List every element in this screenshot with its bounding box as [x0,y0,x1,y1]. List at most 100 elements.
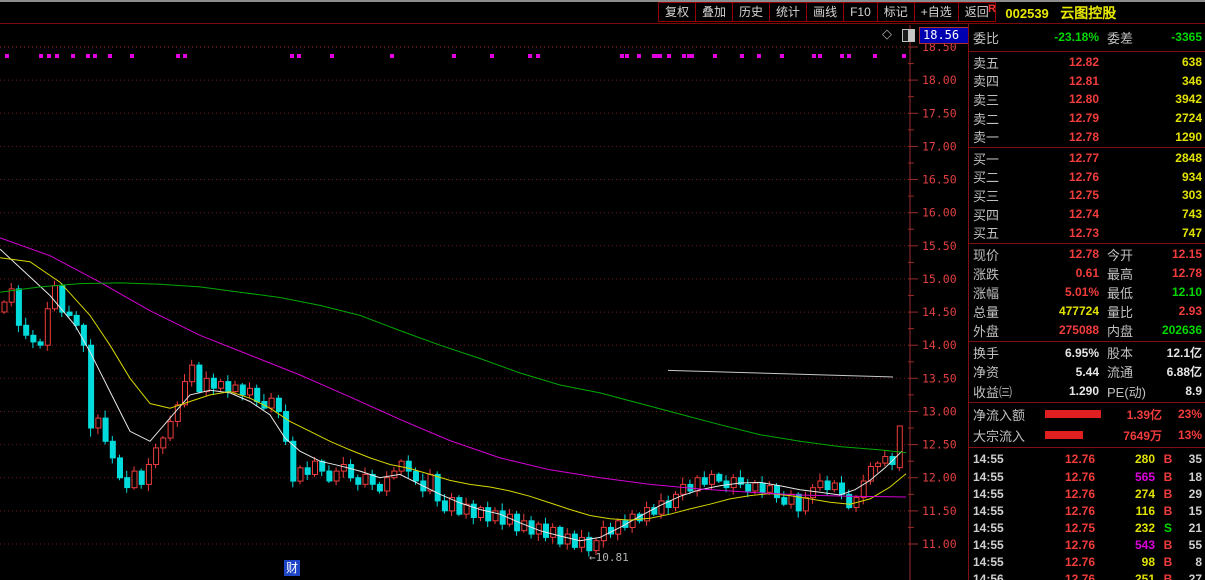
candle-body [45,309,50,345]
buy-level-label: 买五 [973,223,1023,242]
candle-body [211,378,216,388]
trade-tick-row[interactable]: 14:5512.75232S21 [973,519,1205,536]
signal-dot [873,54,877,58]
candle-body [74,315,79,325]
stats-button[interactable]: 统计 [769,2,807,22]
candle-body [775,486,780,498]
signal-dot [667,54,671,58]
fundamental-value: 5.44 [1023,365,1099,379]
candle-body [118,458,123,478]
stock-terminal: { "palette":{"red":"#f23c3c","yellow":"#… [0,0,1205,580]
sell-volume: 3942 [1099,92,1205,106]
lowest-price-annotation: ←10.81 [589,551,629,564]
tick-time: 14:55 [973,487,1015,501]
drawline-button[interactable]: 画线 [806,2,844,22]
sell-level-row[interactable]: 卖三12.803942 [973,90,1205,109]
info-value: 275088 [1023,323,1099,337]
candle-body [883,457,888,464]
buy-level-row[interactable]: 买三12.75303 [973,186,1205,205]
weibi-label: 委比 [973,28,1023,47]
drawn-trendline[interactable] [668,370,893,377]
trade-tick-row[interactable]: 14:5512.76116B15 [973,502,1205,519]
buy-level-row[interactable]: 买五12.73747 [973,223,1205,242]
buy-level-row[interactable]: 买四12.74743 [973,205,1205,224]
candle-body [811,488,816,498]
tick-price: 12.76 [1015,487,1095,501]
flow-value: 1.39亿 [1101,406,1162,423]
tick-side: B [1155,504,1181,518]
stock-header: R 002539 云图控股 [988,3,1116,23]
candle-body [674,494,679,507]
signal-dot [108,54,112,58]
trade-tick-row[interactable]: 14:5612.76251B27 [973,571,1205,580]
tick-side: B [1155,538,1181,552]
info-value: 0.61 [1023,266,1099,280]
mark-button[interactable]: 标记 [877,2,915,22]
buy-level-label: 买二 [973,167,1023,186]
weicha-label: 委差 [1099,28,1157,47]
adjust-button[interactable]: 复权 [658,2,696,22]
candle-body [197,365,202,392]
fundamental-row: 换手6.95%股本12.1亿 [973,343,1205,362]
trade-tick-row[interactable]: 14:5512.76565B18 [973,468,1205,485]
sell-level-row[interactable]: 卖四12.81346 [973,72,1205,91]
axis-label: 15.50 [922,239,957,253]
sell-level-row[interactable]: 卖一12.781290 [973,127,1205,146]
signal-dot [902,54,906,58]
sell-level-row[interactable]: 卖二12.792724 [973,109,1205,128]
candle-body [406,461,411,471]
diamond-marker-icon[interactable]: ◇ [882,26,892,42]
candle-body [868,467,873,482]
f10-button[interactable]: F10 [843,2,878,22]
candle-body [269,398,274,408]
signal-dot [47,54,51,58]
signal-dot [71,54,75,58]
axis-label: 18.00 [922,73,957,87]
tick-side: S [1155,521,1181,535]
split-window-icon[interactable] [902,29,915,42]
sell-level-row[interactable]: 卖五12.82638 [973,53,1205,72]
flow-bar [1045,431,1083,439]
candle-body [125,478,130,488]
add-watchlist-button[interactable]: +自选 [914,2,959,22]
fundamental-value: 6.88亿 [1157,363,1205,380]
tick-price: 12.76 [1015,538,1095,552]
trade-tick-row[interactable]: 14:5512.76280B35 [973,451,1205,468]
info-value: 12.10 [1157,285,1205,299]
sell-level-label: 卖三 [973,90,1023,109]
trade-tick-row[interactable]: 14:5512.76543B55 [973,537,1205,554]
fundamental-label: 股本 [1099,343,1157,362]
candle-body [702,478,707,485]
tick-side: B [1155,572,1181,580]
history-button[interactable]: 历史 [732,2,770,22]
buy-level-row[interactable]: 买二12.76934 [973,168,1205,187]
candle-body [803,498,808,511]
sell-volume: 346 [1099,74,1205,88]
candlestick-chart[interactable]: 18.5018.0017.5017.0016.5016.0015.5015.00… [0,0,968,580]
window-top-edge [0,0,1205,2]
ma-season-green [0,283,906,453]
axis-label: 11.00 [922,537,957,551]
axis-label: 11.50 [922,504,957,518]
candle-body [832,483,837,490]
info-value: 2.93 [1157,304,1205,318]
signal-dot [536,54,540,58]
candle-body [313,461,318,474]
time-sales-list[interactable]: 14:5512.76280B3514:5512.76565B1814:5512.… [973,449,1205,580]
candle-body [334,471,339,481]
buy-level-row[interactable]: 买一12.772848 [973,149,1205,168]
candle-body [204,378,209,391]
buy-level-label: 买三 [973,186,1023,205]
sell-volume: 1290 [1099,130,1205,144]
tick-time: 14:55 [973,555,1015,569]
candle-body [681,484,686,494]
axis-label: 16.50 [922,173,957,187]
trade-tick-row[interactable]: 14:5512.76274B29 [973,485,1205,502]
overlay-button[interactable]: 叠加 [695,2,733,22]
trade-tick-row[interactable]: 14:5512.7698B8 [973,554,1205,571]
tick-price: 12.76 [1015,504,1095,518]
sell-price: 12.78 [1023,130,1099,144]
info-label: 今开 [1099,245,1157,264]
buy-volume: 934 [1099,170,1205,184]
buy-volume: 2848 [1099,151,1205,165]
